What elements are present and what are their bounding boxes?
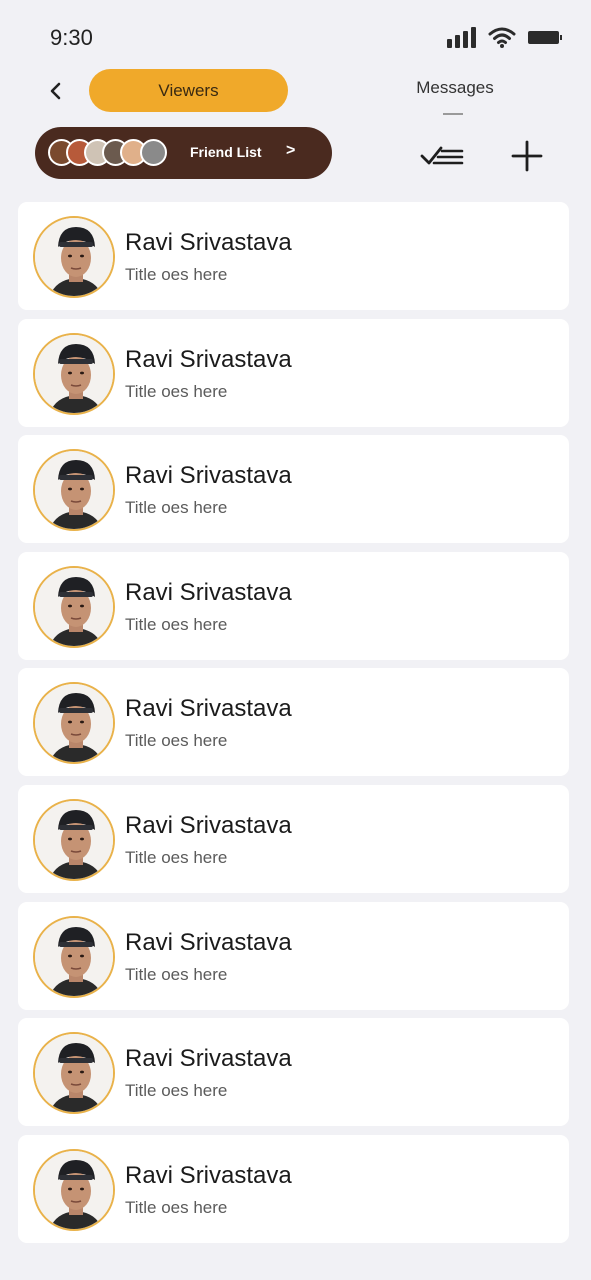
avatar: [33, 332, 115, 415]
contact-name: Ravi Srivastava: [125, 229, 292, 256]
contact-title: Title oes here: [125, 498, 228, 518]
wifi-icon: [488, 27, 516, 48]
contact-title: Title oes here: [125, 614, 228, 634]
contact-card[interactable]: Ravi Srivastava Title oes here: [18, 318, 569, 427]
add-button[interactable]: [511, 140, 543, 172]
tab-indicator: [443, 113, 463, 115]
plus-icon: [511, 140, 543, 172]
avatar: [33, 216, 115, 298]
contact-card[interactable]: Ravi Srivastava Title oes here: [18, 901, 569, 1010]
signal-icon: [447, 26, 476, 48]
contact-name: Ravi Srivastava: [125, 1161, 292, 1189]
status-time: 9:30: [50, 25, 93, 50]
contact-name: Ravi Srivastava: [125, 928, 292, 956]
contact-name: Ravi Srivastava: [125, 812, 292, 839]
contact-name: Ravi Srivastava: [125, 345, 292, 373]
contact-name: Ravi Srivastava: [125, 1045, 292, 1073]
contact-card[interactable]: Ravi Srivastava Title oes here: [18, 202, 569, 310]
avatar: [33, 682, 115, 765]
contact-name: Ravi Srivastava: [125, 695, 292, 723]
contact-name: Ravi Srivastava: [125, 462, 292, 490]
contact-title: Title oes here: [125, 964, 228, 984]
contact-title: Title oes here: [125, 381, 228, 401]
friend-list-label: Friend List: [190, 144, 262, 160]
avatar: [33, 799, 115, 881]
contact-title: Title oes here: [125, 1197, 228, 1217]
contact-title: Title oes here: [125, 731, 228, 751]
avatar: [33, 1032, 115, 1115]
avatar: [33, 915, 115, 998]
back-button[interactable]: [40, 76, 70, 106]
chevron-right-icon: >: [286, 142, 296, 159]
contact-card[interactable]: Ravi Srivastava Title oes here: [18, 1134, 569, 1243]
check-list-icon: [420, 146, 464, 165]
check-list-button[interactable]: [420, 140, 464, 172]
contact-card[interactable]: Ravi Srivastava Title oes here: [18, 551, 569, 660]
contact-name: Ravi Srivastava: [125, 578, 292, 606]
contact-card[interactable]: Ravi Srivastava Title oes here: [18, 435, 569, 544]
contact-card[interactable]: Ravi Srivastava Title oes here: [18, 1018, 569, 1127]
tab-viewers[interactable]: Viewers: [89, 69, 288, 112]
contact-card[interactable]: Ravi Srivastava Title oes here: [18, 668, 569, 777]
contact-title: Title oes here: [125, 1081, 228, 1101]
battery-icon: [528, 30, 562, 44]
avatar: [33, 1148, 115, 1231]
tab-messages[interactable]: Messages: [395, 78, 515, 118]
back-icon: [50, 82, 61, 100]
avatar: [33, 449, 115, 532]
contact-title: Title oes here: [125, 265, 228, 284]
friend-list-button[interactable]: Friend List >: [35, 127, 332, 179]
top-nav: Viewers Messages: [0, 68, 591, 116]
contact-title: Title oes here: [125, 848, 228, 867]
contact-card[interactable]: Ravi Srivastava Title oes here: [18, 785, 569, 893]
status-bar: 9:30: [0, 0, 591, 76]
status-icons: [447, 26, 562, 48]
avatar: [33, 565, 115, 648]
avatar: [140, 139, 167, 166]
